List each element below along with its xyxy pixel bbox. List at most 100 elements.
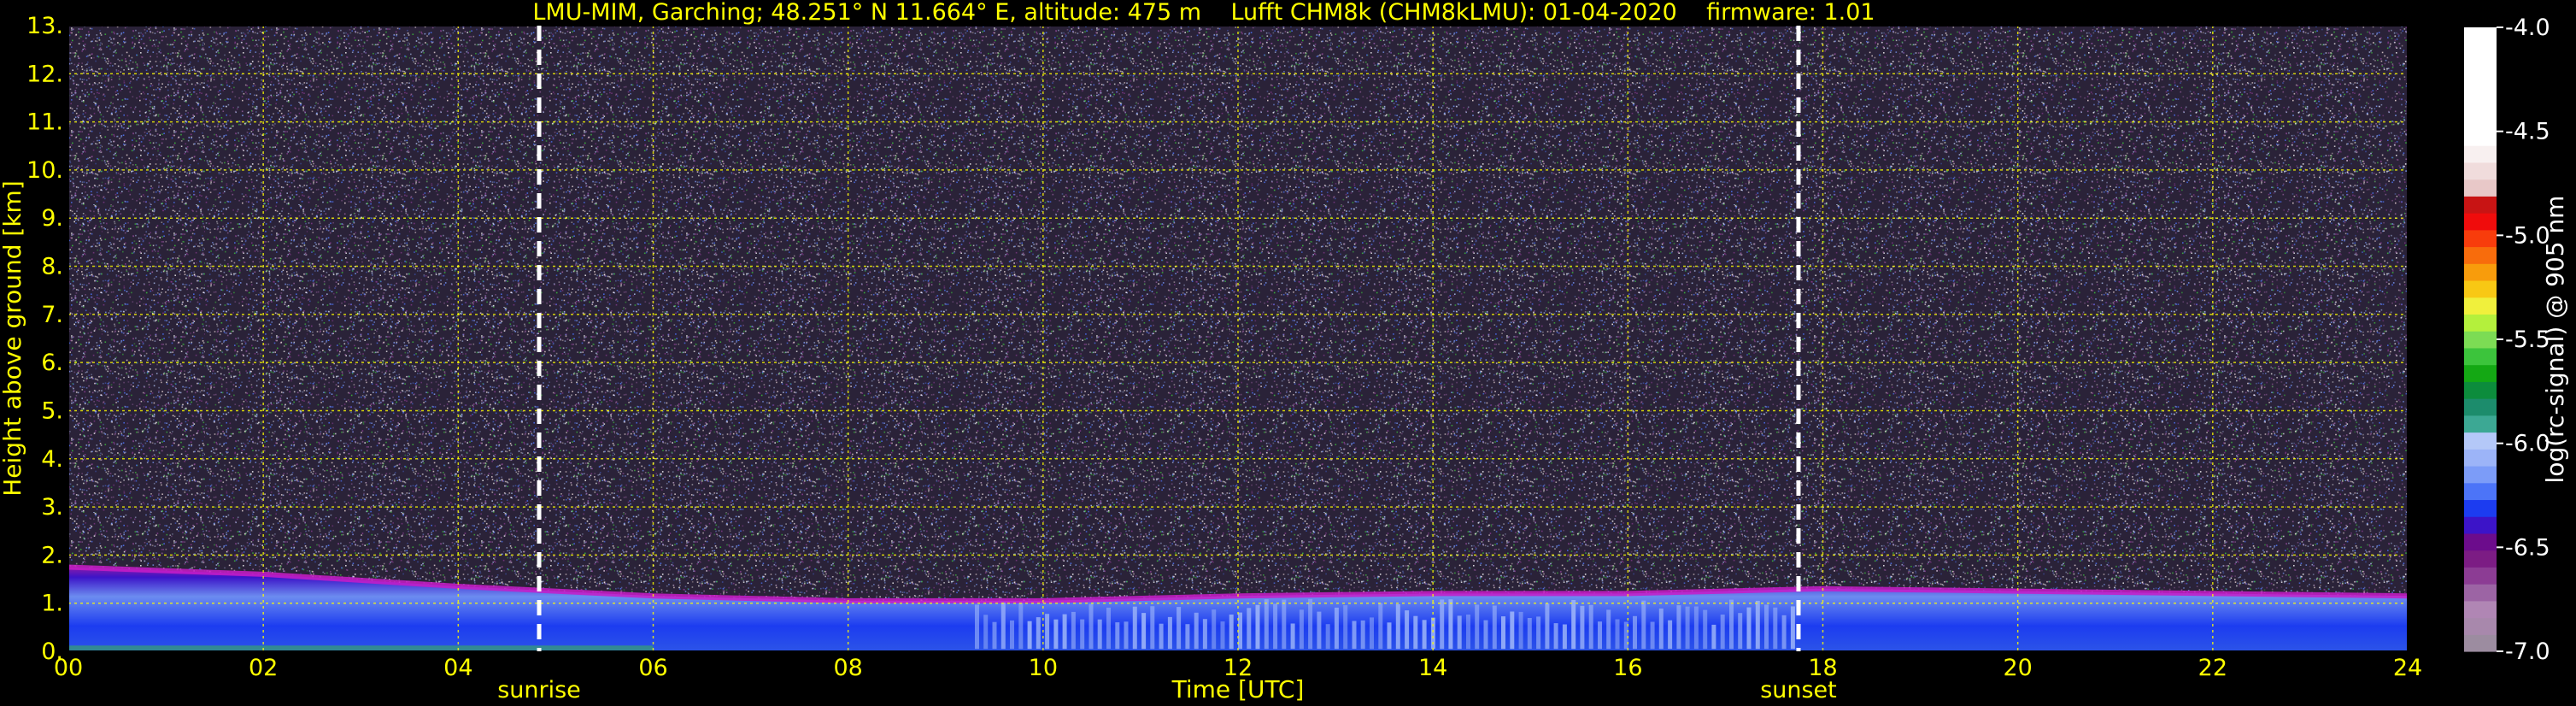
sunrise-label: sunrise xyxy=(497,677,581,703)
convective-plume xyxy=(1658,608,1664,650)
convective-plume xyxy=(1045,614,1050,650)
convective-plume xyxy=(1633,615,1637,650)
convective-plume xyxy=(1071,611,1076,650)
convective-plume xyxy=(1650,621,1655,650)
convective-plume xyxy=(1378,603,1383,650)
convective-plume xyxy=(1588,604,1593,650)
y-tick-label: 12. xyxy=(26,61,63,87)
convective-plume xyxy=(1615,619,1620,650)
convective-plume xyxy=(1413,615,1418,650)
colorbar-segment xyxy=(2464,532,2497,551)
convective-plume xyxy=(1167,616,1172,650)
convective-plume xyxy=(1746,607,1752,650)
convective-plume xyxy=(1790,606,1795,650)
colorbar-segment xyxy=(2464,196,2497,214)
convective-plume xyxy=(1703,609,1708,650)
x-axis-label: Time [UTC] xyxy=(1171,675,1305,703)
convective-plume xyxy=(1711,624,1716,650)
colorbar-segment xyxy=(2464,246,2497,264)
x-tick-label: 00 xyxy=(54,655,83,681)
convective-plume xyxy=(1185,624,1190,650)
colorbar-segment xyxy=(2464,279,2497,298)
convective-plume xyxy=(1641,600,1646,650)
convective-plume xyxy=(1510,611,1515,650)
y-tick-label: 10. xyxy=(26,157,63,184)
convective-plume xyxy=(1273,603,1278,650)
convective-plume xyxy=(983,615,989,650)
convective-plume xyxy=(1738,613,1743,650)
convective-plume xyxy=(1018,603,1024,650)
colorbar-tick-label: -6.5 xyxy=(2505,534,2550,561)
convective-plume xyxy=(1553,623,1558,650)
convective-plume xyxy=(1395,603,1400,650)
x-tick-label: 10 xyxy=(1029,655,1058,681)
colorbar-segment xyxy=(2464,634,2497,652)
x-tick-label: 04 xyxy=(443,655,472,681)
convective-plume xyxy=(1755,600,1760,650)
convective-plume xyxy=(1781,615,1787,650)
y-tick-label: 6. xyxy=(41,350,63,376)
convective-plume xyxy=(1334,607,1339,650)
x-tick-label: 06 xyxy=(638,655,667,681)
convective-plume xyxy=(1545,603,1550,650)
colorbar-segment xyxy=(2464,600,2497,619)
convective-plume xyxy=(1668,620,1673,650)
colorbar-segment xyxy=(2464,44,2497,62)
convective-plume xyxy=(1220,621,1225,650)
convective-plume xyxy=(1124,621,1129,650)
y-tick-label: 13. xyxy=(26,13,63,39)
convective-plume xyxy=(1483,620,1488,650)
y-tick-label: 8. xyxy=(41,254,63,280)
colorbar-segment xyxy=(2464,111,2497,129)
colorbar-segment xyxy=(2464,381,2497,399)
colorbar-segment xyxy=(2464,415,2497,433)
convective-plume xyxy=(1492,605,1497,650)
convective-plume xyxy=(1475,604,1480,650)
convective-plume xyxy=(1106,607,1111,650)
convective-plume xyxy=(1202,619,1207,650)
convective-plume xyxy=(1080,619,1085,650)
convective-plume xyxy=(1141,613,1147,650)
convective-plume xyxy=(1405,610,1410,650)
convective-plume xyxy=(1571,600,1576,650)
convective-plume xyxy=(1352,621,1357,650)
plot-area: 0.1.2.3.4.5.6.7.8.9.10.11.12.13.00 02 04 06… xyxy=(0,13,2569,703)
y-tick-label: 1. xyxy=(41,591,63,617)
convective-plume xyxy=(1290,623,1295,650)
convective-plume xyxy=(1150,606,1155,650)
convective-plume xyxy=(1325,624,1330,650)
colorbar-segment xyxy=(2464,145,2497,163)
y-tick-label: 9. xyxy=(41,205,63,232)
convective-plume xyxy=(1527,618,1532,650)
x-tick-label: 20 xyxy=(2003,655,2032,681)
y-tick-label: 5. xyxy=(41,397,63,424)
colorbar-segment xyxy=(2464,449,2497,467)
convective-plume xyxy=(1027,621,1032,650)
convective-plume xyxy=(1387,622,1392,650)
colorbar-segment xyxy=(2464,347,2497,366)
convective-plume xyxy=(1764,604,1769,650)
colorbar-segment xyxy=(2464,550,2497,568)
colorbar-segment xyxy=(2464,128,2497,146)
colorbar-segment xyxy=(2464,78,2497,96)
colorbar-tick-label: -7.0 xyxy=(2505,638,2550,665)
x-tick-label: 24 xyxy=(2393,655,2422,681)
y-tick-label: 2. xyxy=(41,542,63,568)
ceilometer-figure: LMU-MIM, Garching; 48.251° N 11.664° E, … xyxy=(0,0,2576,706)
convective-plume xyxy=(1606,609,1611,650)
convective-plume xyxy=(1370,617,1374,650)
colorbar-segment xyxy=(2464,331,2497,349)
colorbar-segment xyxy=(2464,465,2497,484)
x-tick-label: 14 xyxy=(1418,655,1447,681)
colorbar-segment xyxy=(2464,516,2497,534)
convective-plume xyxy=(992,621,997,650)
convective-plume xyxy=(1247,608,1252,650)
colorbar-segment xyxy=(2464,567,2497,585)
y-tick-label: 3. xyxy=(41,494,63,521)
convective-plume xyxy=(1053,619,1059,650)
convective-plume xyxy=(1132,606,1137,650)
y-tick-label: 11. xyxy=(26,109,63,136)
x-tick-label: 08 xyxy=(833,655,862,681)
colorbar-segment xyxy=(2464,229,2497,248)
y-axis-label: Height above ground [km] xyxy=(0,180,26,497)
